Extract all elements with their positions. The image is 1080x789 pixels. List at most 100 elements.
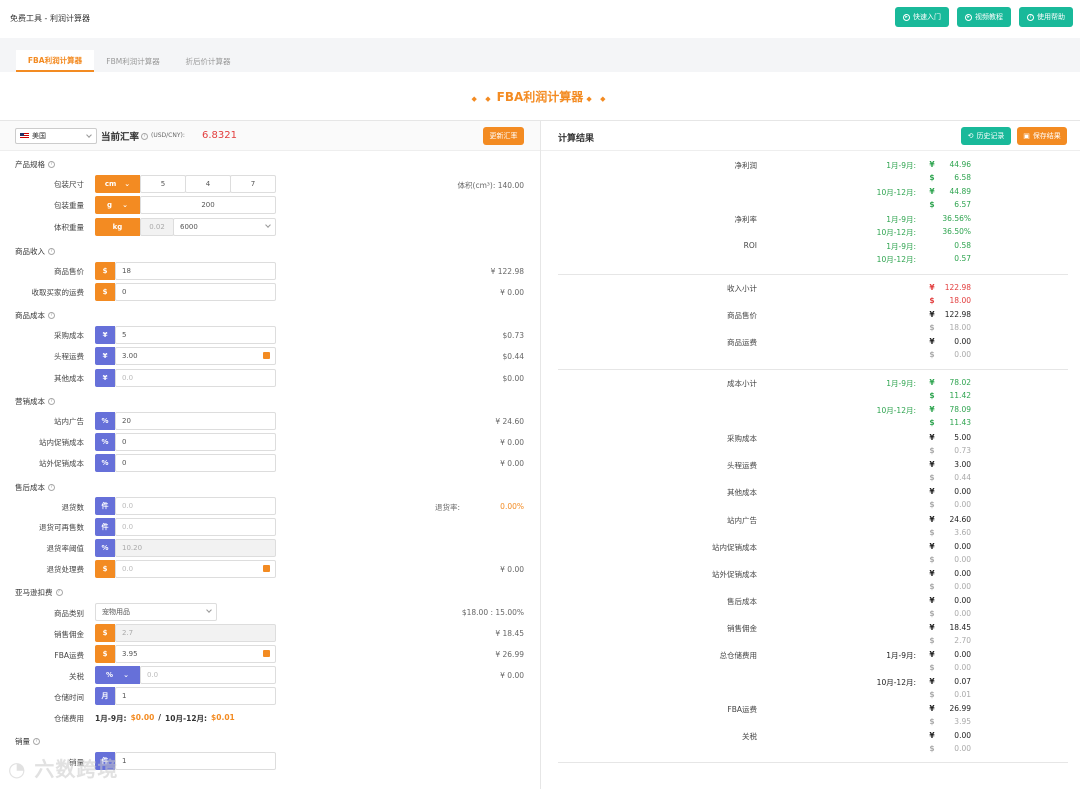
percent-prefix: %	[95, 454, 115, 472]
history-icon: ⟲	[967, 132, 974, 140]
ad-input[interactable]: 20	[115, 412, 276, 430]
section-marketing: 营销成本?	[15, 396, 55, 407]
outpromo-label: 站外促销成本	[39, 459, 84, 468]
save-result-button[interactable]: ▣ 保存结果	[1017, 127, 1067, 145]
category-value: $18.00 : 15.00%	[461, 608, 524, 617]
other-cost-input[interactable]: 0.0	[115, 369, 276, 387]
returns-input[interactable]: 0.0	[115, 497, 276, 515]
promo-value: ¥ 0.00	[500, 438, 524, 447]
size-label: 包装尺寸	[54, 180, 84, 189]
tax-input[interactable]: 0.0	[140, 666, 276, 684]
help-icon: ?	[48, 248, 55, 255]
cost-row-value: 3.00	[954, 460, 971, 469]
save-icon: ▣	[1023, 132, 1030, 140]
ship-input[interactable]: 0	[115, 283, 276, 301]
returns-label: 退货数	[61, 503, 85, 512]
help-icon: ?	[33, 738, 40, 745]
rate-value: 6.8321	[202, 130, 237, 141]
price-result-value: 18.00	[949, 323, 971, 332]
ship-result-value: 0.00	[954, 350, 971, 359]
update-rate-button[interactable]: 更新汇率	[483, 127, 524, 145]
tax-unit-select[interactable]: % ⌄	[95, 666, 140, 684]
ad-value: ¥ 24.60	[495, 417, 524, 426]
net-margin-value: 36.56%	[942, 214, 971, 223]
fba-label: FBA运费	[54, 651, 84, 660]
section-sales: 销量?	[15, 736, 40, 747]
calculator-icon[interactable]	[263, 565, 270, 572]
resell-input[interactable]: 0.0	[115, 518, 276, 536]
cost-sub-value: 11.43	[949, 418, 971, 427]
height-input[interactable]: 7	[230, 175, 276, 193]
roi-label: ROI	[743, 241, 757, 250]
period-label: 10月-12月:	[876, 406, 916, 415]
roi-value: 0.57	[954, 254, 971, 263]
cost-row-value: 24.60	[949, 515, 971, 524]
storage-result-value: 0.07	[954, 677, 971, 686]
width-input[interactable]: 4	[185, 175, 231, 193]
income-sub-value: 122.98	[944, 283, 971, 292]
net-profit-value: 6.58	[954, 173, 971, 182]
income-sub-label: 收入小计	[727, 284, 757, 293]
rate-unit: (USD/CNY):	[151, 132, 185, 139]
length-input[interactable]: 5	[140, 175, 186, 193]
storage-fee: 1月-9月: $0.00/10月-12月: $0.01	[95, 713, 235, 723]
price-input[interactable]: 18	[115, 262, 276, 280]
period-label: 1月-9月:	[886, 651, 916, 660]
period-label: 10月-12月:	[876, 678, 916, 687]
cost-row-value: 5.00	[954, 433, 971, 442]
weight-input[interactable]: 200	[140, 196, 276, 214]
cost-row-label: 站内促销成本	[712, 543, 757, 552]
sales-input[interactable]: 1	[115, 752, 276, 770]
size-unit-select[interactable]: cm ⌄	[95, 175, 140, 193]
headship-input[interactable]: 3.00	[115, 347, 276, 365]
cost-row-value: 0.00	[954, 609, 971, 618]
help-button[interactable]: ? 使用帮助	[1019, 7, 1073, 27]
watermark-logo: ◔ 六数跨境	[8, 757, 119, 781]
headship-value: $0.44	[502, 352, 524, 361]
tax-value: ¥ 0.00	[500, 671, 524, 680]
return-rate-value: 0.00%	[500, 502, 524, 511]
fba-result-label: FBA运费	[727, 705, 757, 714]
category-select[interactable]: 宠物用品	[95, 603, 217, 621]
dollar-prefix: $	[95, 645, 115, 663]
net-profit-value: 44.96	[949, 160, 971, 169]
resell-label: 退货可再售数	[39, 523, 84, 532]
outpromo-input[interactable]: 0	[115, 454, 276, 472]
cost-row-label: 售后成本	[727, 597, 757, 606]
storage-result-value: 0.01	[954, 690, 971, 699]
rate-label: 当前汇率	[101, 132, 140, 143]
calculator-icon[interactable]	[263, 650, 270, 657]
yuan-prefix: ¥	[95, 369, 115, 387]
net-profit-label: 净利润	[734, 161, 758, 170]
storage-result-label: 总仓储费用	[719, 651, 758, 660]
play-icon: ▸	[965, 13, 972, 21]
promo-input[interactable]: 0	[115, 433, 276, 451]
fba-input[interactable]: 3.95	[115, 645, 276, 663]
history-button[interactable]: ⟲ 历史记录	[961, 127, 1011, 145]
ship-label: 收取买家的运费	[31, 288, 85, 297]
chevron-down-icon: ⌄	[124, 180, 131, 188]
dollar-prefix: $	[95, 283, 115, 301]
tab-discount[interactable]: 折后价计算器	[172, 50, 244, 72]
quick-start-button[interactable]: ▸ 快速入门	[895, 7, 949, 27]
chevron-down-icon	[206, 607, 212, 613]
purchase-input[interactable]: 5	[115, 326, 276, 344]
help-icon: ?	[48, 398, 55, 405]
tab-fbm[interactable]: FBM利润计算器	[96, 50, 170, 72]
cost-row-value: 0.00	[954, 596, 971, 605]
cost-row-value: 0.00	[954, 569, 971, 578]
section-income: 商品收入?	[15, 246, 55, 257]
cost-row-label: 头程运费	[727, 461, 757, 470]
ship-value: ¥ 0.00	[500, 288, 524, 297]
help-icon: ?	[55, 589, 63, 596]
weight-unit-select[interactable]: g ⌄	[95, 196, 140, 214]
handle-input[interactable]: 0.0	[115, 560, 276, 578]
tab-fba[interactable]: FBA利润计算器	[16, 50, 94, 72]
calculator-icon[interactable]	[263, 352, 270, 359]
video-tutorial-button[interactable]: ▸ 视频教程	[957, 7, 1011, 27]
country-select[interactable]: 美国	[15, 128, 97, 144]
storage-time-input[interactable]: 1	[115, 687, 276, 705]
vol-divisor-select[interactable]: 6000	[173, 218, 276, 236]
net-profit-value: 44.89	[949, 187, 971, 196]
dollar-prefix: $	[95, 560, 115, 578]
